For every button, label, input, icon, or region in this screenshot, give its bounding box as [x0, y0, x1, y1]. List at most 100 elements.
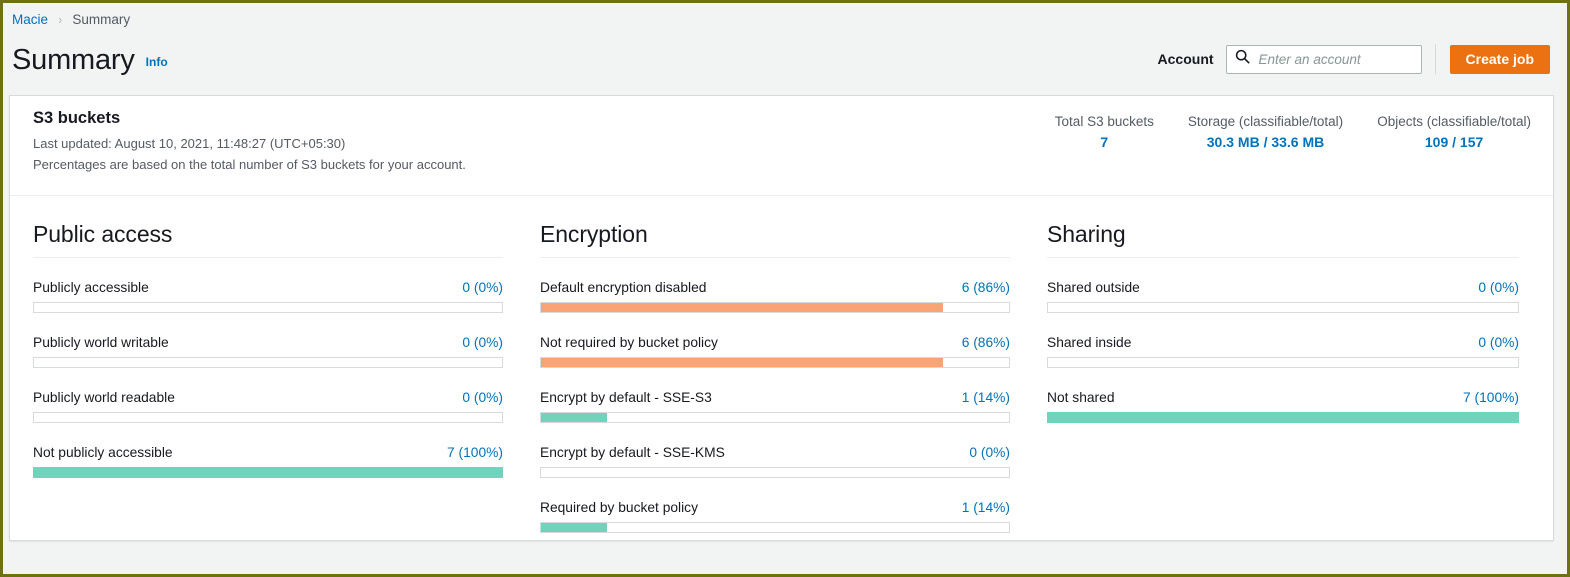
- account-controls: Account Create job: [1158, 44, 1550, 74]
- metric-bar-fill: [1047, 412, 1519, 423]
- section-title: Public access: [33, 220, 503, 258]
- stat-label: Total S3 buckets: [1054, 114, 1154, 129]
- metric-item: Shared outside 0 (0%): [1047, 280, 1519, 313]
- metric-row: Publicly world readable 0 (0%): [33, 390, 503, 405]
- metric-bar-track: [540, 302, 1010, 313]
- stat-value[interactable]: 109 / 157: [1377, 134, 1531, 150]
- section-title: Encryption: [540, 220, 1010, 258]
- section-sharing: Sharing Shared outside 0 (0%) Shared insid…: [1047, 196, 1552, 540]
- metric-row: Default encryption disabled 6 (86%): [540, 280, 1010, 295]
- metric-item: Publicly world readable 0 (0%): [33, 390, 503, 423]
- s3-buckets-header: S3 buckets Last updated: August 10, 2021…: [10, 96, 1553, 196]
- account-search-input[interactable]: [1256, 50, 1413, 68]
- metric-bar-track: [33, 412, 503, 423]
- metric-item: Not shared 7 (100%): [1047, 390, 1519, 423]
- metric-row: Not publicly accessible 7 (100%): [33, 445, 503, 460]
- page-title-row: Summary Info: [12, 43, 168, 77]
- metric-list: Default encryption disabled 6 (86%) Not re…: [540, 280, 1010, 533]
- screenshot-frame: Macie › Summary Summary Info Account Cre…: [3, 3, 1567, 574]
- metric-bar-fill: [541, 523, 607, 532]
- account-label: Account: [1157, 51, 1214, 67]
- metric-bar-fill: [541, 413, 607, 422]
- s3-buckets-title: S3 buckets: [33, 109, 121, 127]
- metric-value[interactable]: 1 (14%): [962, 390, 1010, 405]
- metric-bar-track: [33, 302, 503, 313]
- percentage-note-text: Percentages are based on the total numbe…: [33, 157, 466, 172]
- metric-item: Default encryption disabled 6 (86%): [540, 280, 1010, 313]
- section-public-access: Public access Publicly accessible 0 (0%) P…: [10, 196, 540, 540]
- metric-bar-track: [1047, 302, 1519, 313]
- stat-value[interactable]: 7: [1055, 134, 1154, 150]
- metric-bar-fill: [541, 303, 944, 312]
- breadcrumb-item-macie[interactable]: Macie: [12, 12, 48, 27]
- metric-value[interactable]: 0 (0%): [969, 445, 1010, 460]
- metric-item: Not publicly accessible 7 (100%): [33, 445, 503, 478]
- section-title: Sharing: [1047, 220, 1519, 258]
- stat-storage: Storage (classifiable/total) 30.3 MB / 3…: [1188, 114, 1343, 150]
- s3-buckets-card: S3 buckets Last updated: August 10, 2021…: [9, 95, 1554, 541]
- metric-value[interactable]: 1 (14%): [962, 500, 1010, 515]
- search-icon: [1235, 49, 1250, 69]
- metric-bar-track: [1047, 357, 1519, 368]
- metric-row: Encrypt by default - SSE-S3 1 (14%): [540, 390, 1010, 405]
- metric-value[interactable]: 7 (100%): [447, 445, 503, 460]
- metric-item: Encrypt by default - SSE-KMS 0 (0%): [540, 445, 1010, 478]
- metric-value[interactable]: 0 (0%): [1478, 280, 1519, 295]
- metric-columns: Public access Publicly accessible 0 (0%) P…: [10, 196, 1553, 540]
- metric-row: Shared outside 0 (0%): [1047, 280, 1519, 295]
- stat-label: Objects (classifiable/total): [1377, 114, 1531, 129]
- breadcrumb: Macie › Summary: [12, 10, 130, 28]
- metric-label: Encrypt by default - SSE-S3: [540, 390, 712, 405]
- metric-label: Encrypt by default - SSE-KMS: [540, 445, 725, 460]
- metric-row: Required by bucket policy 1 (14%): [540, 500, 1010, 515]
- metric-row: Not shared 7 (100%): [1047, 390, 1519, 405]
- metric-row: Not required by bucket policy 6 (86%): [540, 335, 1010, 350]
- create-job-button[interactable]: Create job: [1449, 44, 1550, 74]
- metric-value[interactable]: 6 (86%): [962, 280, 1010, 295]
- metric-bar-fill: [541, 358, 944, 367]
- stat-objects: Objects (classifiable/total) 109 / 157: [1377, 114, 1531, 150]
- metric-bar-track: [33, 467, 503, 478]
- metric-bar-track: [33, 357, 503, 368]
- metric-row: Encrypt by default - SSE-KMS 0 (0%): [540, 445, 1010, 460]
- last-updated-text: Last updated: August 10, 2021, 11:48:27 …: [33, 136, 346, 151]
- metric-label: Publicly world writable: [33, 335, 169, 350]
- metric-label: Default encryption disabled: [540, 280, 707, 295]
- breadcrumb-item-summary: Summary: [72, 11, 131, 27]
- metric-value[interactable]: 6 (86%): [962, 335, 1010, 350]
- section-encryption: Encryption Default encryption disabled 6 …: [540, 196, 1047, 540]
- metric-row: Publicly accessible 0 (0%): [33, 280, 503, 295]
- metric-bar-track: [540, 522, 1010, 533]
- metric-value[interactable]: 0 (0%): [1478, 335, 1519, 350]
- stat-total-s3-buckets: Total S3 buckets 7: [1055, 114, 1154, 150]
- page-title: Summary: [12, 44, 135, 76]
- metric-list: Publicly accessible 0 (0%) Publicly world …: [33, 280, 503, 478]
- metric-label: Not publicly accessible: [33, 445, 173, 460]
- breadcrumb-separator-icon: ›: [58, 11, 63, 27]
- metric-label: Required by bucket policy: [540, 500, 698, 515]
- metric-label: Shared outside: [1047, 280, 1140, 295]
- account-search-box[interactable]: [1225, 44, 1422, 74]
- toolbar-divider: [1434, 44, 1436, 74]
- metric-value[interactable]: 0 (0%): [462, 390, 503, 405]
- metric-value[interactable]: 0 (0%): [462, 280, 503, 295]
- metric-item: Not required by bucket policy 6 (86%): [540, 335, 1010, 368]
- metric-row: Publicly world writable 0 (0%): [33, 335, 503, 350]
- metric-label: Not required by bucket policy: [540, 335, 718, 350]
- metric-label: Publicly accessible: [33, 280, 149, 295]
- summary-stats: Total S3 buckets 7 Storage (classifiable…: [1021, 114, 1531, 150]
- metric-label: Shared inside: [1047, 335, 1132, 350]
- metric-item: Publicly world writable 0 (0%): [33, 335, 503, 368]
- metric-value[interactable]: 0 (0%): [462, 335, 503, 350]
- metric-bar-track: [540, 357, 1010, 368]
- info-link[interactable]: Info: [146, 55, 168, 69]
- stat-value[interactable]: 30.3 MB / 33.6 MB: [1188, 134, 1343, 150]
- metric-item: Encrypt by default - SSE-S3 1 (14%): [540, 390, 1010, 423]
- metric-value[interactable]: 7 (100%): [1463, 390, 1519, 405]
- metric-bar-fill: [33, 467, 503, 478]
- stat-label: Storage (classifiable/total): [1187, 114, 1344, 129]
- metric-row: Shared inside 0 (0%): [1047, 335, 1519, 350]
- metric-item: Required by bucket policy 1 (14%): [540, 500, 1010, 533]
- metric-item: Shared inside 0 (0%): [1047, 335, 1519, 368]
- metric-label: Publicly world readable: [33, 390, 175, 405]
